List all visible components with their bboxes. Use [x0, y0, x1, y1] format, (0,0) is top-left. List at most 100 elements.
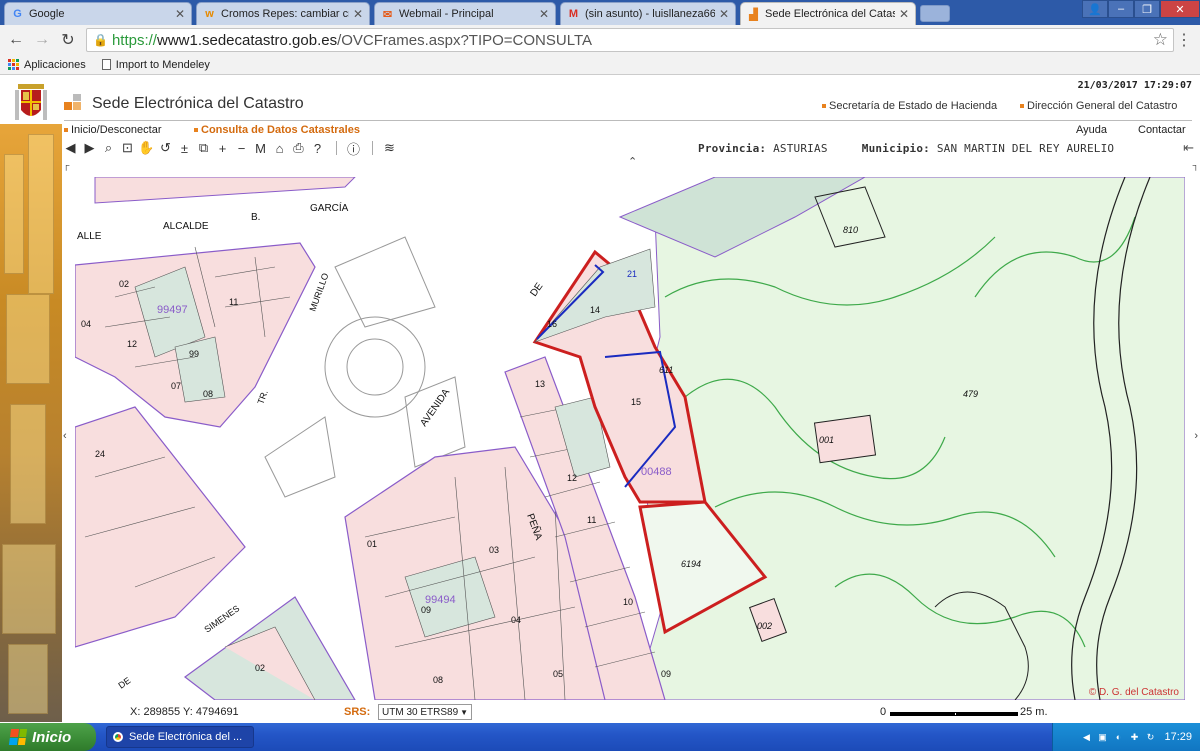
- pan-west-arrow[interactable]: ‹: [63, 430, 67, 442]
- start-button[interactable]: Inicio: [0, 723, 96, 751]
- corner-mark: ┐: [1192, 160, 1199, 170]
- task-label: Sede Electrónica del ...: [129, 731, 243, 743]
- restore-button[interactable]: ❐: [1134, 0, 1160, 18]
- catastro-header: 21/03/2017 17:29:07 Sede Electrónica del…: [0, 76, 1200, 138]
- tab-title: Cromos Repes: cambiar crom: [221, 8, 349, 20]
- close-icon[interactable]: ✕: [175, 7, 185, 21]
- menu-ayuda[interactable]: Ayuda: [1076, 124, 1107, 136]
- parcel-number: 6194: [681, 559, 701, 569]
- bookmarks-bar: Aplicaciones Import to Mendeley: [0, 55, 1200, 75]
- bookmark-apps[interactable]: Aplicaciones: [0, 59, 94, 71]
- tab-cromos[interactable]: w Cromos Repes: cambiar crom ✕: [196, 2, 370, 25]
- parcel-number: 04: [81, 319, 91, 329]
- layers-icon[interactable]: ≋: [381, 140, 398, 157]
- parcel-number: 01: [367, 539, 377, 549]
- zoom-out-icon[interactable]: −: [233, 140, 250, 157]
- url-host: www1.sedecatastro.gob.es: [156, 31, 338, 49]
- street-label: ALLE: [77, 231, 102, 242]
- zoom-in-icon[interactable]: +: [214, 140, 231, 157]
- close-icon[interactable]: ✕: [353, 7, 363, 21]
- taskbar-item-chrome[interactable]: Sede Electrónica del ...: [106, 726, 254, 748]
- chrome-icon: [113, 732, 123, 742]
- back-tray-icon[interactable]: ◀: [1080, 731, 1092, 743]
- close-icon[interactable]: ✕: [899, 7, 909, 21]
- forward-arrow-icon[interactable]: →: [32, 30, 52, 50]
- menu-contactar[interactable]: Contactar: [1138, 124, 1186, 136]
- lock-icon: 🔒: [93, 33, 108, 47]
- network-icon[interactable]: ▣: [1096, 731, 1108, 743]
- bookmark-star-icon[interactable]: ☆: [1153, 30, 1168, 50]
- catastro-logo: [64, 94, 81, 110]
- tab-webmail[interactable]: ✉ Webmail - Principal ✕: [374, 2, 556, 25]
- measure-icon[interactable]: M: [252, 140, 269, 157]
- tab-title: (sin asunto) - luisllaneza66@: [585, 8, 715, 20]
- header-divider: [64, 120, 1192, 121]
- parcel-number: 11: [587, 515, 596, 525]
- parcel-number: 02: [255, 663, 265, 673]
- url-path: /OVCFrames.aspx?TIPO=CONSULTA: [337, 31, 593, 49]
- map-canvas[interactable]: ALLE ALCALDE B. GARCÍA MURILLO TR. AVENI…: [75, 177, 1185, 700]
- pan-north-arrow[interactable]: ⌃: [628, 155, 637, 168]
- tab-catastro[interactable]: ▟ Sede Electrónica del Catastro ✕: [740, 2, 916, 25]
- forward-arrow-icon[interactable]: ▶: [81, 140, 98, 157]
- pan-hand-icon[interactable]: ✋: [138, 140, 155, 157]
- parcel-number: 15: [631, 397, 641, 407]
- srs-select[interactable]: UTM 30 ETRS89: [378, 704, 472, 720]
- close-icon[interactable]: ✕: [719, 7, 729, 21]
- close-icon[interactable]: ✕: [539, 7, 549, 21]
- parcel-number: 13: [535, 379, 545, 389]
- tab-gmail[interactable]: M (sin asunto) - luisllaneza66@ ✕: [560, 2, 736, 25]
- home-icon[interactable]: ⌂: [271, 140, 288, 157]
- link-secretaria[interactable]: Secretaría de Estado de Hacienda: [822, 100, 997, 112]
- map-frame: ┌ ┐ └ ‹ › ⌃ ⌄: [62, 155, 1200, 720]
- exit-icon[interactable]: ⇤: [1183, 140, 1194, 156]
- back-arrow-icon[interactable]: ◀: [62, 140, 79, 157]
- pan-east-arrow[interactable]: ›: [1194, 430, 1198, 442]
- url-bar[interactable]: 🔒 https:// www1.sedecatastro.gob.es /OVC…: [86, 28, 1174, 52]
- window-close-button[interactable]: ✕: [1160, 0, 1200, 18]
- system-tray: ◀ ▣ ◐ ✚ ↻ 17:29: [1052, 723, 1200, 751]
- menu-inicio[interactable]: Inicio/Desconectar: [64, 124, 162, 136]
- security-icon[interactable]: ✚: [1128, 731, 1140, 743]
- bookmark-mendeley[interactable]: Import to Mendeley: [94, 59, 218, 71]
- refresh-icon[interactable]: ↺: [157, 140, 174, 157]
- address-toolbar: ← → ↻ 🔒 https:// www1.sedecatastro.gob.e…: [0, 25, 1200, 55]
- zoom-box-icon[interactable]: ⊡: [119, 140, 136, 157]
- menu-dots-icon[interactable]: ⋮: [1176, 30, 1192, 50]
- parcel-number: 21: [627, 269, 637, 279]
- cadastral-map[interactable]: ALLE ALCALDE B. GARCÍA MURILLO TR. AVENI…: [75, 177, 1185, 700]
- user-icon[interactable]: 👤: [1082, 0, 1108, 18]
- update-icon[interactable]: ↻: [1144, 731, 1156, 743]
- municipio-value: SAN MARTIN DEL REY AURELIO: [936, 142, 1115, 155]
- parcel-number: 11: [229, 297, 238, 307]
- print-icon[interactable]: ⎙: [290, 140, 307, 157]
- parcel-number: 12: [127, 339, 137, 349]
- windows-logo-icon: [8, 729, 28, 745]
- parcel-number: 10: [623, 597, 633, 607]
- link-direccion-general[interactable]: Dirección General del Catastro: [1020, 100, 1177, 112]
- info-pin-icon[interactable]: ⓘ: [345, 140, 362, 157]
- bookmark-label: Aplicaciones: [24, 58, 86, 71]
- reload-icon[interactable]: ↻: [58, 30, 78, 50]
- block-id: 99497: [157, 304, 188, 316]
- zoom-icon[interactable]: ⌕: [100, 140, 117, 157]
- srs-label: SRS:: [344, 706, 371, 718]
- street-label: GARCÍA: [310, 201, 349, 214]
- decorative-city-photo: [0, 124, 62, 722]
- back-arrow-icon[interactable]: ←: [6, 30, 26, 50]
- minimize-button[interactable]: –: [1108, 0, 1134, 18]
- zoom-plus-minus-icon[interactable]: ±: [176, 140, 193, 157]
- new-tab-button[interactable]: [920, 5, 950, 22]
- help-icon[interactable]: ?: [309, 140, 326, 157]
- tab-google[interactable]: G Google ✕: [4, 2, 192, 25]
- street-label: SIMENES: [202, 603, 241, 634]
- volume-icon[interactable]: ◐: [1112, 731, 1124, 743]
- google-icon: G: [13, 8, 22, 20]
- tab-title: Webmail - Principal: [399, 8, 494, 20]
- parcel-number: 16: [547, 319, 557, 329]
- menu-consulta[interactable]: Consulta de Datos Catastrales: [194, 124, 360, 136]
- layers-toggle-icon[interactable]: ⧉: [195, 140, 212, 157]
- parcel-number: 002: [757, 621, 772, 631]
- block-id: 00488: [641, 466, 672, 478]
- parcel-number: 09: [661, 669, 671, 679]
